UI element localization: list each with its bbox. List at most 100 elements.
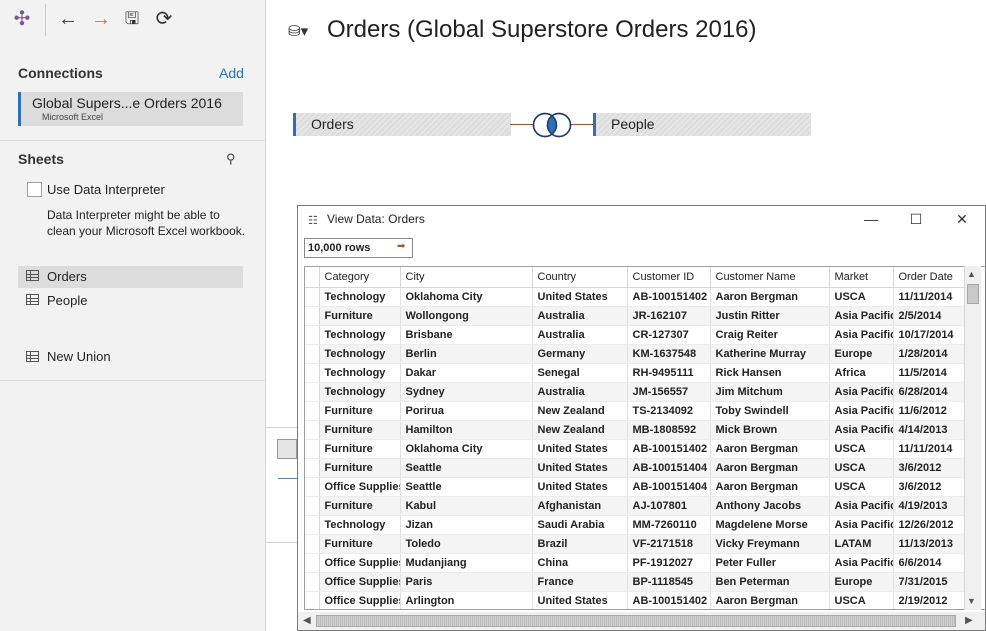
- table-cell[interactable]: Asia Pacific: [829, 496, 894, 516]
- table-cell[interactable]: 3/6/2012: [893, 458, 968, 478]
- row-header[interactable]: [305, 534, 320, 554]
- table-cell[interactable]: 10/17/2014: [893, 325, 968, 345]
- table-row[interactable]: Technology Jizan Saudi Arabia MM-7260110 Mag…: [305, 515, 968, 535]
- table-cell[interactable]: United States: [532, 458, 628, 478]
- table-cell[interactable]: Oklahoma City: [400, 439, 533, 459]
- table-cell[interactable]: Aaron Bergman: [710, 439, 830, 459]
- table-row[interactable]: Furniture Hamilton New Zealand MB-1808592 Mi…: [305, 420, 968, 440]
- table-cell[interactable]: Technology: [319, 344, 401, 364]
- data-interpreter-checkbox[interactable]: [27, 182, 42, 197]
- row-header[interactable]: [305, 458, 320, 478]
- table-cell[interactable]: 6/28/2014: [893, 382, 968, 402]
- table-cell[interactable]: Mudanjiang: [400, 553, 533, 573]
- table-cell[interactable]: Asia Pacific: [829, 420, 894, 440]
- table-cell[interactable]: Furniture: [319, 439, 401, 459]
- table-cell[interactable]: USCA: [829, 477, 894, 497]
- table-cell[interactable]: Aaron Bergman: [710, 287, 830, 307]
- table-cell[interactable]: KM-1637548: [627, 344, 711, 364]
- table-cell[interactable]: Asia Pacific: [829, 306, 894, 326]
- table-row[interactable]: Technology Berlin Germany KM-1637548 Katheri…: [305, 344, 968, 364]
- table-cell[interactable]: Senegal: [532, 363, 628, 383]
- table-row[interactable]: Furniture Porirua New Zealand TS-2134092 Tob…: [305, 401, 968, 421]
- table-cell[interactable]: Asia Pacific: [829, 325, 894, 345]
- table-cell[interactable]: Aaron Bergman: [710, 458, 830, 478]
- table-cell[interactable]: 3/6/2012: [893, 477, 968, 497]
- table-cell[interactable]: Office Supplies: [319, 477, 401, 497]
- table-cell[interactable]: 11/13/2013: [893, 534, 968, 554]
- row-header[interactable]: [305, 306, 320, 326]
- table-cell[interactable]: AB-100151402: [627, 439, 711, 459]
- table-cell[interactable]: RH-9495111: [627, 363, 711, 383]
- table-cell[interactable]: Wollongong: [400, 306, 533, 326]
- table-cell[interactable]: CR-127307: [627, 325, 711, 345]
- table-cell[interactable]: Mick Brown: [710, 420, 830, 440]
- row-header[interactable]: [305, 553, 320, 573]
- table-row[interactable]: Office Supplies Seattle United States AB-10…: [305, 477, 968, 497]
- table-cell[interactable]: Toby Swindell: [710, 401, 830, 421]
- table-cell[interactable]: Ben Peterman: [710, 572, 830, 592]
- table-cell[interactable]: JM-156557: [627, 382, 711, 402]
- table-cell[interactable]: Oklahoma City: [400, 287, 533, 307]
- table-cell[interactable]: AB-100151404: [627, 477, 711, 497]
- row-header[interactable]: [305, 363, 320, 383]
- table-cell[interactable]: Kabul: [400, 496, 533, 516]
- table-cell[interactable]: 4/19/2013: [893, 496, 968, 516]
- sheet-item-orders[interactable]: Orders: [18, 266, 243, 288]
- page-title[interactable]: Orders (Global Superstore Orders 2016): [327, 16, 757, 44]
- row-header[interactable]: [305, 515, 320, 535]
- table-cell[interactable]: AB-100151402: [627, 591, 711, 609]
- table-cell[interactable]: Brazil: [532, 534, 628, 554]
- row-header[interactable]: [305, 382, 320, 402]
- table-cell[interactable]: Australia: [532, 306, 628, 326]
- table-cell[interactable]: Asia Pacific: [829, 382, 894, 402]
- table-cell[interactable]: Technology: [319, 382, 401, 402]
- table-cell[interactable]: 6/6/2014: [893, 553, 968, 573]
- table-cell[interactable]: Furniture: [319, 306, 401, 326]
- table-cell[interactable]: 11/11/2014: [893, 439, 968, 459]
- column-header[interactable]: Category: [319, 267, 401, 288]
- table-row[interactable]: Furniture Kabul Afghanistan AJ-107801 Anthon…: [305, 496, 968, 516]
- table-cell[interactable]: Furniture: [319, 458, 401, 478]
- table-cell[interactable]: AB-100151402: [627, 287, 711, 307]
- back-arrow-icon[interactable]: ←: [57, 8, 79, 30]
- minimize-button[interactable]: —: [856, 210, 886, 228]
- row-header[interactable]: [305, 591, 320, 609]
- table-cell[interactable]: 11/5/2014: [893, 363, 968, 383]
- table-cell[interactable]: Furniture: [319, 420, 401, 440]
- table-cell[interactable]: Australia: [532, 325, 628, 345]
- table-row[interactable]: Furniture Toledo Brazil VF-2171518 Vicky Fre…: [305, 534, 968, 554]
- column-header[interactable]: City: [400, 267, 533, 288]
- table-cell[interactable]: Katherine Murray: [710, 344, 830, 364]
- table-cell[interactable]: Saudi Arabia: [532, 515, 628, 535]
- table-pill-people[interactable]: People: [593, 113, 811, 136]
- table-cell[interactable]: Paris: [400, 572, 533, 592]
- column-header[interactable]: Order Date: [893, 267, 968, 288]
- save-icon[interactable]: 🖫: [121, 8, 143, 30]
- scroll-down-icon[interactable]: ▼: [967, 596, 976, 606]
- table-cell[interactable]: Europe: [829, 572, 894, 592]
- add-connection-link[interactable]: Add: [219, 65, 244, 81]
- table-row[interactable]: Office Supplies Arlington United States AB-…: [305, 591, 968, 609]
- row-header[interactable]: [305, 325, 320, 345]
- table-row[interactable]: Office Supplies Mudanjiang China PF-1912027…: [305, 553, 968, 573]
- table-row[interactable]: Technology Dakar Senegal RH-9495111 Rick Han…: [305, 363, 968, 383]
- table-cell[interactable]: Furniture: [319, 534, 401, 554]
- table-cell[interactable]: France: [532, 572, 628, 592]
- search-icon[interactable]: ⚲: [226, 151, 236, 167]
- table-cell[interactable]: Furniture: [319, 401, 401, 421]
- table-cell[interactable]: Technology: [319, 363, 401, 383]
- table-cell[interactable]: United States: [532, 439, 628, 459]
- table-cell[interactable]: Aaron Bergman: [710, 591, 830, 609]
- table-cell[interactable]: United States: [532, 591, 628, 609]
- table-cell[interactable]: AB-100151404: [627, 458, 711, 478]
- table-row[interactable]: Technology Brisbane Australia CR-127307 Crai…: [305, 325, 968, 345]
- table-cell[interactable]: VF-2171518: [627, 534, 711, 554]
- tableau-logo-icon[interactable]: ✣: [11, 8, 33, 30]
- table-cell[interactable]: Office Supplies: [319, 553, 401, 573]
- table-cell[interactable]: Magdelene Morse: [710, 515, 830, 535]
- table-cell[interactable]: 11/6/2012: [893, 401, 968, 421]
- table-cell[interactable]: Technology: [319, 515, 401, 535]
- row-header[interactable]: [305, 420, 320, 440]
- vertical-scrollbar[interactable]: ▲ ▼: [964, 266, 981, 610]
- scroll-right-icon[interactable]: ▶: [965, 615, 973, 626]
